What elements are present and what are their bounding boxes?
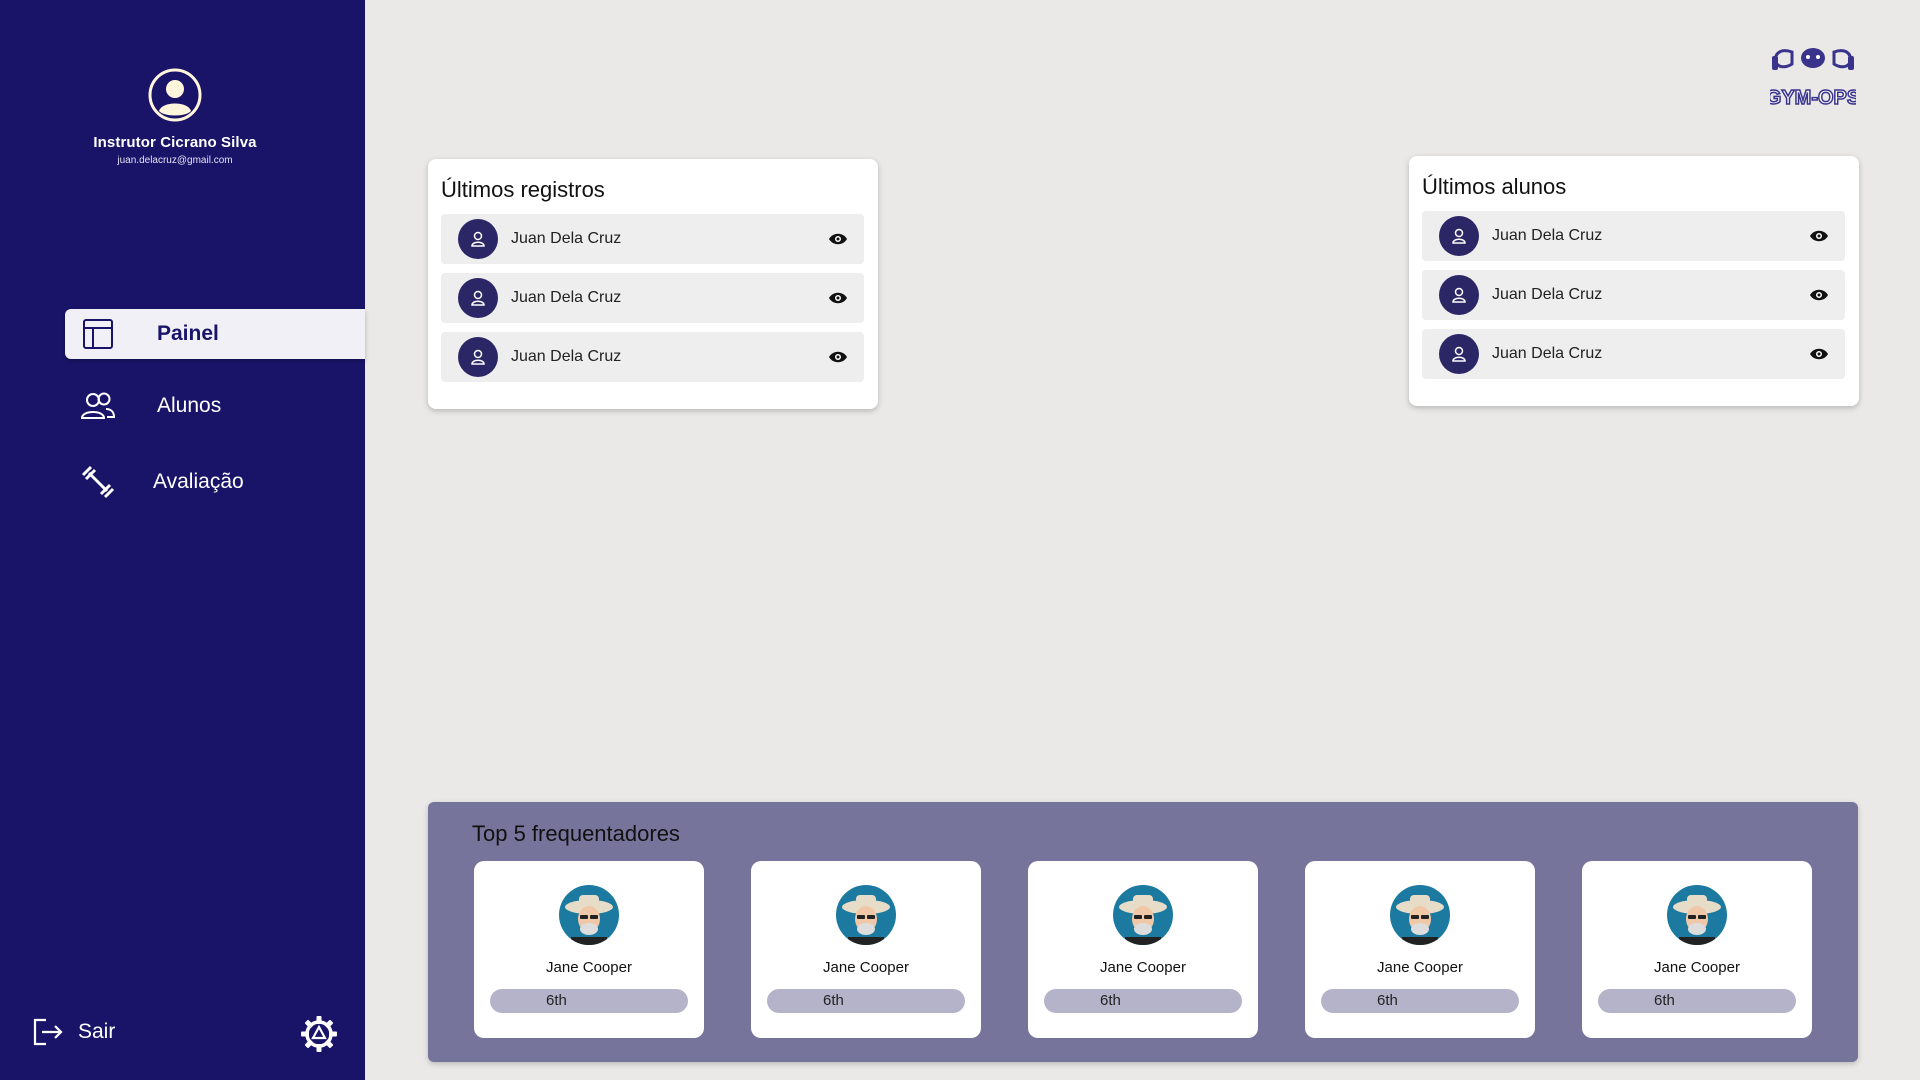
user-icon bbox=[458, 278, 498, 318]
list-item[interactable]: Juan Dela Cruz bbox=[1422, 211, 1845, 261]
list-item-name: Juan Dela Cruz bbox=[511, 289, 622, 306]
list-item[interactable]: Juan Dela Cruz bbox=[441, 332, 864, 382]
sidebar-item-avaliacao[interactable]: Avaliação bbox=[65, 457, 365, 507]
list-item-name: Juan Dela Cruz bbox=[1492, 345, 1603, 362]
attendee-rank: 6th bbox=[490, 989, 688, 1013]
top-attendees-panel: Top 5 frequentadores Jane Cooper 6th Jan… bbox=[428, 802, 1858, 1062]
eye-icon[interactable] bbox=[827, 228, 849, 250]
attendee-photo bbox=[836, 885, 896, 945]
sidebar-item-painel[interactable]: Painel bbox=[65, 309, 365, 359]
attendee-card[interactable]: Jane Cooper 6th bbox=[1305, 861, 1535, 1038]
recent-records-card: Últimos registros Juan Dela Cruz Juan De… bbox=[428, 159, 878, 409]
attendee-rank: 6th bbox=[767, 989, 965, 1013]
gear-icon[interactable] bbox=[300, 1015, 338, 1053]
user-icon bbox=[1439, 334, 1479, 374]
list-item[interactable]: Juan Dela Cruz bbox=[441, 273, 864, 323]
attendee-card[interactable]: Jane Cooper 6th bbox=[1582, 861, 1812, 1038]
attendee-name: Jane Cooper bbox=[546, 959, 632, 976]
card-title: Últimos registros bbox=[441, 177, 605, 202]
sidebar-item-label: Alunos bbox=[157, 394, 222, 417]
eye-icon[interactable] bbox=[1808, 284, 1830, 306]
profile-email: juan.delacruz@gmail.com bbox=[117, 155, 233, 166]
eye-icon[interactable] bbox=[1808, 343, 1830, 365]
attendee-name: Jane Cooper bbox=[823, 959, 909, 976]
attendee-card[interactable]: Jane Cooper 6th bbox=[474, 861, 704, 1038]
attendee-name: Jane Cooper bbox=[1654, 959, 1740, 976]
attendee-rank: 6th bbox=[1321, 989, 1519, 1013]
list-item-name: Juan Dela Cruz bbox=[1492, 227, 1603, 244]
panel-title: Top 5 frequentadores bbox=[472, 821, 680, 846]
attendee-name: Jane Cooper bbox=[1377, 959, 1463, 976]
list-item-name: Juan Dela Cruz bbox=[511, 348, 622, 365]
profile-name: Instrutor Cicrano Silva bbox=[93, 134, 257, 151]
gym-ops-logo: GYM-OPS bbox=[1765, 40, 1861, 116]
attendee-name: Jane Cooper bbox=[1100, 959, 1186, 976]
list-item[interactable]: Juan Dela Cruz bbox=[441, 214, 864, 264]
logout-label: Sair bbox=[78, 1020, 116, 1043]
attendee-rank: 6th bbox=[1598, 989, 1796, 1013]
attendee-photo bbox=[559, 885, 619, 945]
list-item-name: Juan Dela Cruz bbox=[1492, 286, 1603, 303]
dashboard-icon bbox=[81, 317, 115, 351]
logout-icon bbox=[33, 1018, 63, 1046]
user-avatar-icon bbox=[148, 68, 202, 122]
attendee-card[interactable]: Jane Cooper 6th bbox=[1028, 861, 1258, 1038]
users-icon bbox=[81, 389, 115, 423]
attendee-photo bbox=[1390, 885, 1450, 945]
eye-icon[interactable] bbox=[1808, 225, 1830, 247]
user-icon bbox=[458, 219, 498, 259]
profile-section: Instrutor Cicrano Silva juan.delacruz@gm… bbox=[0, 68, 350, 166]
attendee-photo bbox=[1667, 885, 1727, 945]
user-icon bbox=[1439, 275, 1479, 315]
sidebar-item-alunos[interactable]: Alunos bbox=[65, 381, 365, 431]
list-item[interactable]: Juan Dela Cruz bbox=[1422, 270, 1845, 320]
sidebar-item-label: Painel bbox=[157, 322, 219, 345]
dumbbell-icon bbox=[81, 465, 115, 499]
sidebar: Instrutor Cicrano Silva juan.delacruz@gm… bbox=[0, 0, 365, 1080]
logout-button[interactable]: Sair bbox=[32, 1018, 115, 1046]
list-item[interactable]: Juan Dela Cruz bbox=[1422, 329, 1845, 379]
attendee-rank: 6th bbox=[1044, 989, 1242, 1013]
user-icon bbox=[1439, 216, 1479, 256]
recent-students-card: Últimos alunos Juan Dela Cruz Juan Dela … bbox=[1409, 156, 1859, 406]
eye-icon[interactable] bbox=[827, 346, 849, 368]
attendee-card[interactable]: Jane Cooper 6th bbox=[751, 861, 981, 1038]
logo-text: GYM-OPS bbox=[1770, 87, 1856, 109]
eye-icon[interactable] bbox=[827, 287, 849, 309]
sidebar-item-label: Avaliação bbox=[153, 470, 244, 493]
attendee-photo bbox=[1113, 885, 1173, 945]
user-icon bbox=[458, 337, 498, 377]
list-item-name: Juan Dela Cruz bbox=[511, 230, 622, 247]
card-title: Últimos alunos bbox=[1422, 174, 1567, 199]
